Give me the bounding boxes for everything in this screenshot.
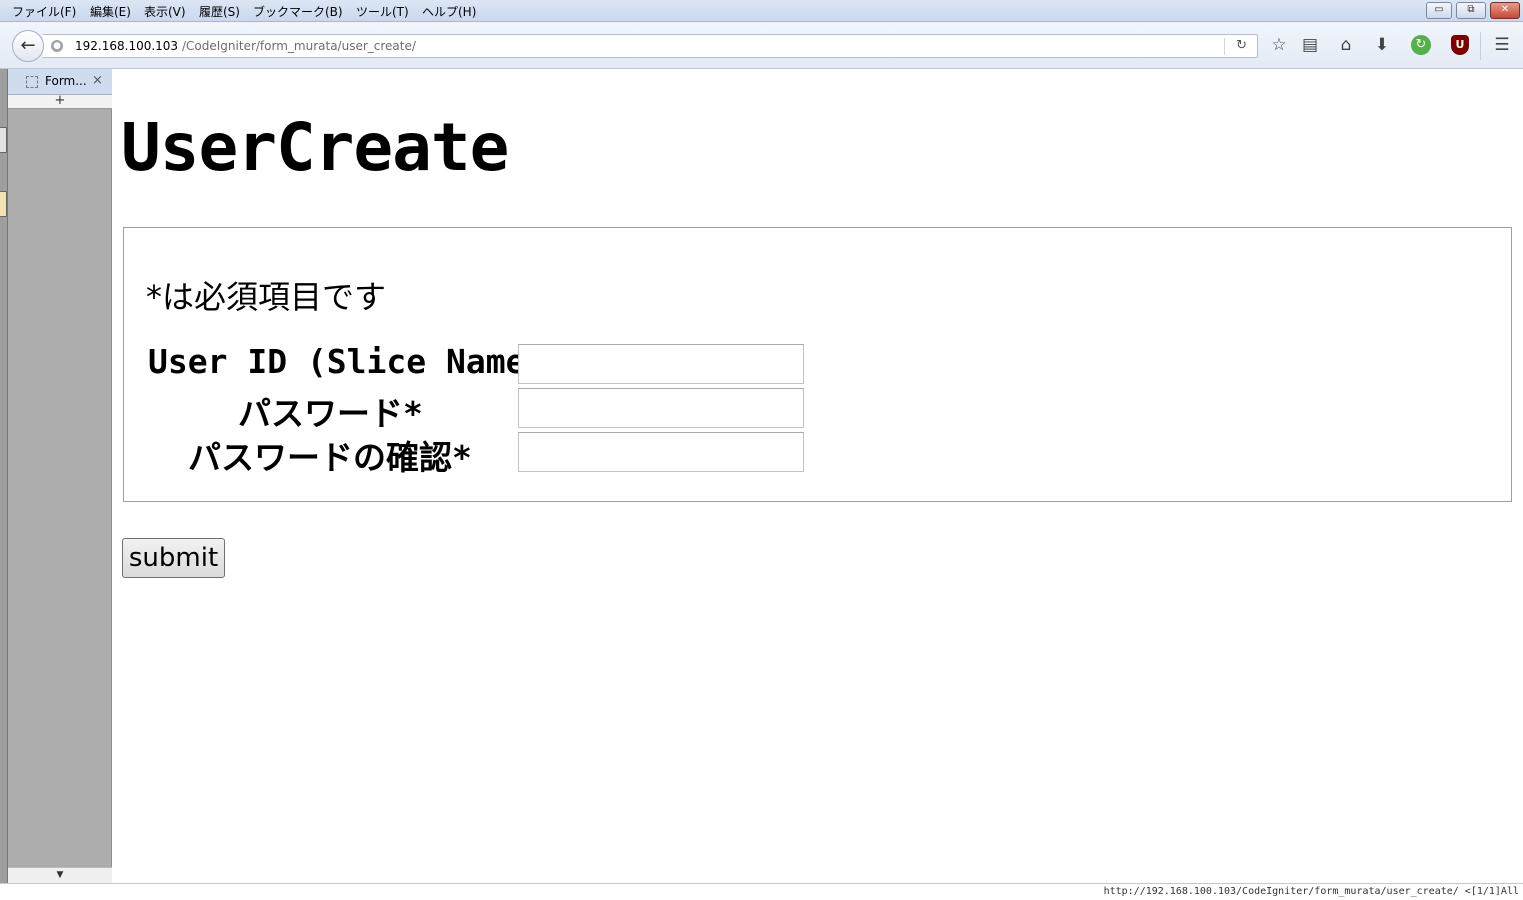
hamburger-menu-icon[interactable]: ☰ [1491,35,1513,55]
navigation-toolbar: ● 192.168.100.103 /CodeIgniter/form_mura… [0,22,1523,69]
reading-list-icon[interactable]: ▤ [1299,35,1321,55]
password-confirm-input[interactable] [518,432,804,472]
user-id-input[interactable] [518,344,804,384]
close-window-button[interactable]: ✕ [1490,2,1520,19]
chevron-down-icon: ▼ [56,870,64,880]
home-icon[interactable]: ⌂ [1335,35,1357,55]
edge-tab[interactable] [0,127,7,153]
password-label: パスワード* [238,394,423,433]
restore-button[interactable]: ⧉ [1456,2,1486,19]
tab-sidebar: Form... × + ▼ [8,69,112,883]
status-bar: http://192.168.100.103/CodeIgniter/form_… [0,883,1523,900]
menu-history[interactable]: 履歴(S) [199,3,240,20]
site-identity-icon[interactable]: ● [51,40,63,52]
scroll-down-button[interactable]: ▼ [8,867,112,883]
back-arrow-icon: ← [20,35,36,56]
menu-help[interactable]: ヘルプ(H) [422,3,476,20]
page-title: UserCreate [121,109,509,186]
divider [1480,32,1481,60]
menu-edit[interactable]: 編集(E) [90,3,131,20]
tab-title: Form... [45,74,87,88]
reload-icon[interactable]: ↻ [1236,38,1247,53]
edge-tab[interactable] [0,191,7,217]
star-icon[interactable]: ☆ [1268,35,1290,55]
ublock-icon[interactable]: U [1451,35,1469,55]
menu-bookmarks[interactable]: ブックマーク(B) [253,3,343,20]
url-path: /CodeIgniter/form_murata/user_create/ [182,39,416,53]
url-bar[interactable]: ● 192.168.100.103 /CodeIgniter/form_mura… [43,34,1258,58]
url-host: 192.168.100.103 [75,39,179,53]
user-create-form: *は必須項目です User ID (Slice Name)* パスワード* パス… [123,227,1512,502]
window-edge-strip [0,69,8,900]
tab-form[interactable]: Form... × [8,69,112,95]
submit-button[interactable]: submit [122,538,225,578]
menu-file[interactable]: ファイル(F) [12,3,76,20]
sync-icon[interactable]: ↻ [1411,35,1431,55]
page-icon [26,76,38,88]
required-note: *は必須項目です [146,278,387,316]
menu-tools[interactable]: ツール(T) [356,3,409,20]
password-confirm-label: パスワードの確認* [188,438,472,477]
download-icon[interactable]: ⬇ [1371,35,1393,55]
user-id-label: User ID (Slice Name)* [148,342,566,381]
browser-window: ファイル(F) 編集(E) 表示(V) 履歴(S) ブックマーク(B) ツール(… [0,0,1523,900]
minimize-button[interactable]: ▭ [1426,2,1452,19]
new-tab-button[interactable]: + [8,94,112,109]
close-tab-icon[interactable]: × [92,73,103,88]
password-input[interactable] [518,388,804,428]
menu-view[interactable]: 表示(V) [144,3,186,20]
page-content: UserCreate *は必須項目です User ID (Slice Name)… [113,69,1523,883]
status-text: http://192.168.100.103/CodeIgniter/form_… [1103,886,1519,897]
divider [1224,38,1225,55]
back-button[interactable]: ← [12,30,44,62]
menu-bar: ファイル(F) 編集(E) 表示(V) 履歴(S) ブックマーク(B) ツール(… [0,0,1523,22]
